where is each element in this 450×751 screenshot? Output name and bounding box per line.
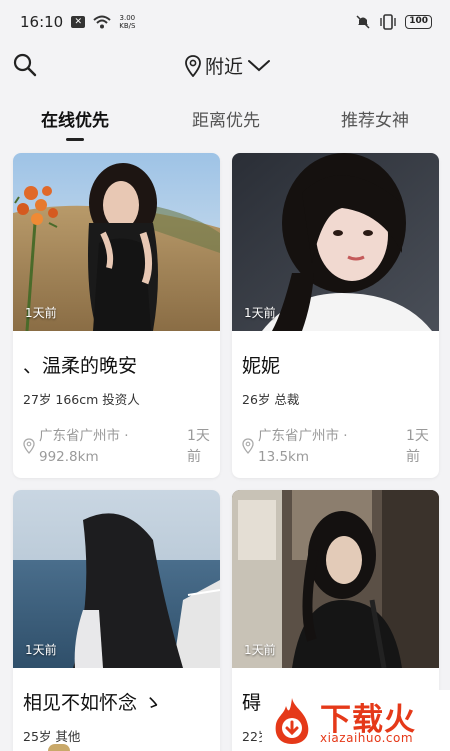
battery-icon: 100 (405, 15, 432, 29)
vibrate-icon (380, 14, 396, 30)
tab-distance-first[interactable]: 距离优先 (192, 106, 260, 131)
location-pin-icon (185, 54, 201, 77)
location-distance: 广东省广州市 · 992.8km (39, 428, 129, 465)
profile-info: 27岁 166cm 投资人 (23, 392, 140, 407)
location-pin-icon (242, 438, 254, 454)
sort-tabs: 在线优先 距离优先 推荐女神 (0, 100, 450, 144)
status-time: 16:10 (20, 13, 64, 31)
location-selector[interactable]: 附近 (185, 52, 271, 79)
profile-info: 25岁 其他 (23, 729, 81, 744)
speed-value: 3.00 (119, 14, 136, 22)
profile-location: 广东省广州市 · 13.5km 1天前 (242, 426, 439, 466)
profile-card[interactable]: 1天前 妮妮 26岁 总裁 广东省广州市 · 13.5km 1天前 (232, 153, 439, 478)
mute-icon (356, 15, 370, 29)
profile-location: 广东省广州市 · 992.8km 1天前 (23, 426, 220, 466)
chevron-down-icon (248, 59, 271, 71)
last-online-badge: 1天前 (25, 306, 57, 320)
speed-unit: KB/S (119, 22, 136, 30)
tab-recommended[interactable]: 推荐女神 (341, 106, 409, 131)
active-tab-indicator (66, 138, 84, 141)
top-header: 附近 (0, 44, 450, 88)
tab-online-first[interactable]: 在线优先 (41, 106, 109, 131)
status-bar: 16:10 ✕ 3.00 KB/S 100 (0, 0, 450, 44)
profile-info: 26岁 总裁 (242, 392, 300, 407)
location-label: 附近 (205, 56, 244, 78)
wifi-icon (93, 15, 111, 29)
active-time: 1天前 (187, 428, 210, 465)
bottom-nav-hint (48, 744, 70, 751)
network-speed: 3.00 KB/S (119, 14, 135, 30)
flame-logo-icon (275, 698, 309, 744)
profile-card[interactable]: 1天前 、温柔的晚安 27岁 166cm 投资人 广东省广州市 · 992.8k… (13, 153, 220, 478)
last-online-badge: 1天前 (244, 643, 276, 657)
watermark: 下载火 xiazaihuo.com (262, 690, 450, 751)
profile-name: 、温柔的晚安 (23, 355, 138, 377)
notification-icon: ✕ (71, 16, 86, 28)
last-online-badge: 1天前 (25, 643, 57, 657)
last-online-badge: 1天前 (244, 306, 276, 320)
profile-name: 相见不如怀念 ゝ (23, 692, 163, 714)
profile-name: 碍 (242, 692, 262, 714)
location-pin-icon (23, 438, 35, 454)
active-time: 1天前 (406, 428, 429, 465)
watermark-url: xiazaihuo.com (320, 731, 414, 745)
search-icon[interactable] (12, 52, 38, 78)
profile-card[interactable]: 1天前 相见不如怀念 ゝ 25岁 其他 (13, 490, 220, 751)
profile-name: 妮妮 (242, 355, 281, 377)
location-distance: 广东省广州市 · 13.5km (258, 428, 348, 465)
